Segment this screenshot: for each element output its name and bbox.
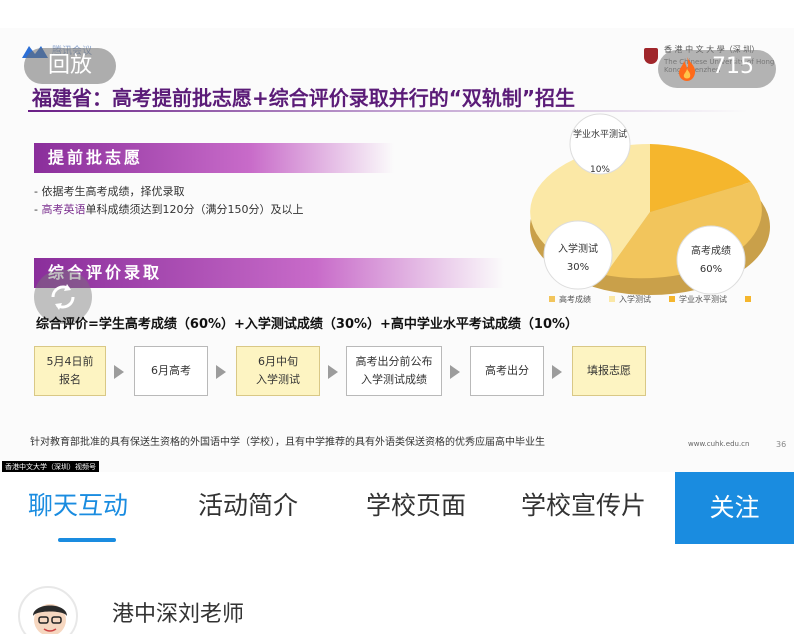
tab-school-page[interactable]: 学校页面 (366, 486, 466, 522)
bullet-highlight: 高考英语 (41, 203, 86, 216)
pie-value-gaokao: 60% (700, 264, 722, 275)
process-step: 填报志愿 (572, 346, 646, 396)
section-heading-early-batch: 提前批志愿 (34, 143, 394, 173)
legend-swatch (669, 296, 675, 302)
arrow-right-icon (114, 365, 124, 379)
label-bubble (676, 225, 746, 295)
process-step: 高考出分前公布 入学测试成绩 (346, 346, 442, 396)
chat-username: 港中深刘老师 (112, 602, 245, 627)
replay-badge: 回放 (24, 48, 116, 84)
site-url: www.cuhk.edu.cn (688, 440, 750, 448)
tab-bar: 聊天互动 活动简介 学校页面 学校宣传片 关注 (0, 472, 794, 544)
cuhk-crest-icon (644, 48, 658, 64)
pie-label-academic: 学业水平测试 (573, 128, 627, 140)
teacher-avatar-icon (33, 604, 67, 634)
step-line: 5月4日前 (46, 355, 94, 368)
pie-label-entrance: 入学测试 (558, 242, 598, 255)
step-line: 报名 (59, 373, 81, 386)
legend-item: 学业水平测试 (679, 294, 727, 304)
arrow-right-icon (450, 365, 460, 379)
pie-value-entrance: 30% (567, 262, 589, 273)
bullet-text: 单科成绩须达到120分（满分150分）及以上 (85, 203, 304, 216)
pie-label-gaokao: 高考成绩 (691, 244, 731, 257)
tab-event-intro[interactable]: 活动简介 (198, 486, 298, 522)
label-bubble (543, 220, 613, 290)
pie-value-academic: 10% (590, 165, 610, 175)
arrow-right-icon (328, 365, 338, 379)
bullet-text: 依据考生高考成绩，择优录取 (41, 185, 185, 198)
active-tab-indicator (58, 538, 116, 542)
follow-button[interactable]: 关注 (675, 472, 794, 544)
legend-swatch (745, 296, 751, 302)
arrow-right-icon (216, 365, 226, 379)
legend-swatch (549, 296, 555, 302)
legend-swatch (609, 296, 615, 302)
step-line: 入学测试 (256, 373, 300, 386)
bullet-item: - 高考英语单科成绩须达到120分（满分150分）及以上 (34, 203, 304, 216)
slide-title: 福建省：高考提前批志愿+综合评价录取并行的“双轨制”招生 (32, 86, 576, 110)
step-line: 高考出分前公布 (355, 355, 433, 368)
fire-icon (679, 57, 696, 81)
viewers-count: 715 (712, 54, 754, 79)
step-line: 填报志愿 (587, 364, 631, 377)
step-line: 6月高考 (151, 364, 191, 377)
process-step: 高考出分 (470, 346, 544, 396)
legend-item: 高考成绩 (559, 294, 591, 304)
top-bar (0, 0, 794, 28)
tab-promo-video[interactable]: 学校宣传片 (521, 486, 646, 522)
avatar[interactable] (18, 586, 78, 634)
arrow-right-icon (552, 365, 562, 379)
chat-area[interactable]: 港中深刘老师 (0, 544, 794, 634)
process-step: 6月中旬 入学测试 (236, 346, 320, 396)
score-pie-chart: 学业水平测试 10% 入学测试 30% 高考成绩 60% 高考成绩 入学测试 学… (530, 113, 770, 304)
slide-footnote: 针对教育部批准的具有保送生资格的外国语中学（学校），且有中学推荐的具有外语类保送… (30, 437, 545, 448)
tab-chat[interactable]: 聊天互动 (28, 486, 128, 522)
section-heading-comprehensive: 综合评价录取 (34, 258, 504, 288)
step-line: 入学测试成绩 (361, 373, 427, 386)
step-line: 6月中旬 (258, 355, 298, 368)
formula-text: 综合评价=学生高考成绩（60%）+入学测试成绩（30%）+高中学业水平考试成绩（… (36, 317, 579, 332)
step-line: 高考出分 (485, 364, 529, 377)
process-step: 6月高考 (134, 346, 208, 396)
legend-item: 入学测试 (619, 294, 651, 304)
bullet-item: - 依据考生高考成绩，择优录取 (34, 185, 185, 198)
slide-page-number: 36 (776, 440, 787, 449)
process-step: 5月4日前 报名 (34, 346, 106, 396)
